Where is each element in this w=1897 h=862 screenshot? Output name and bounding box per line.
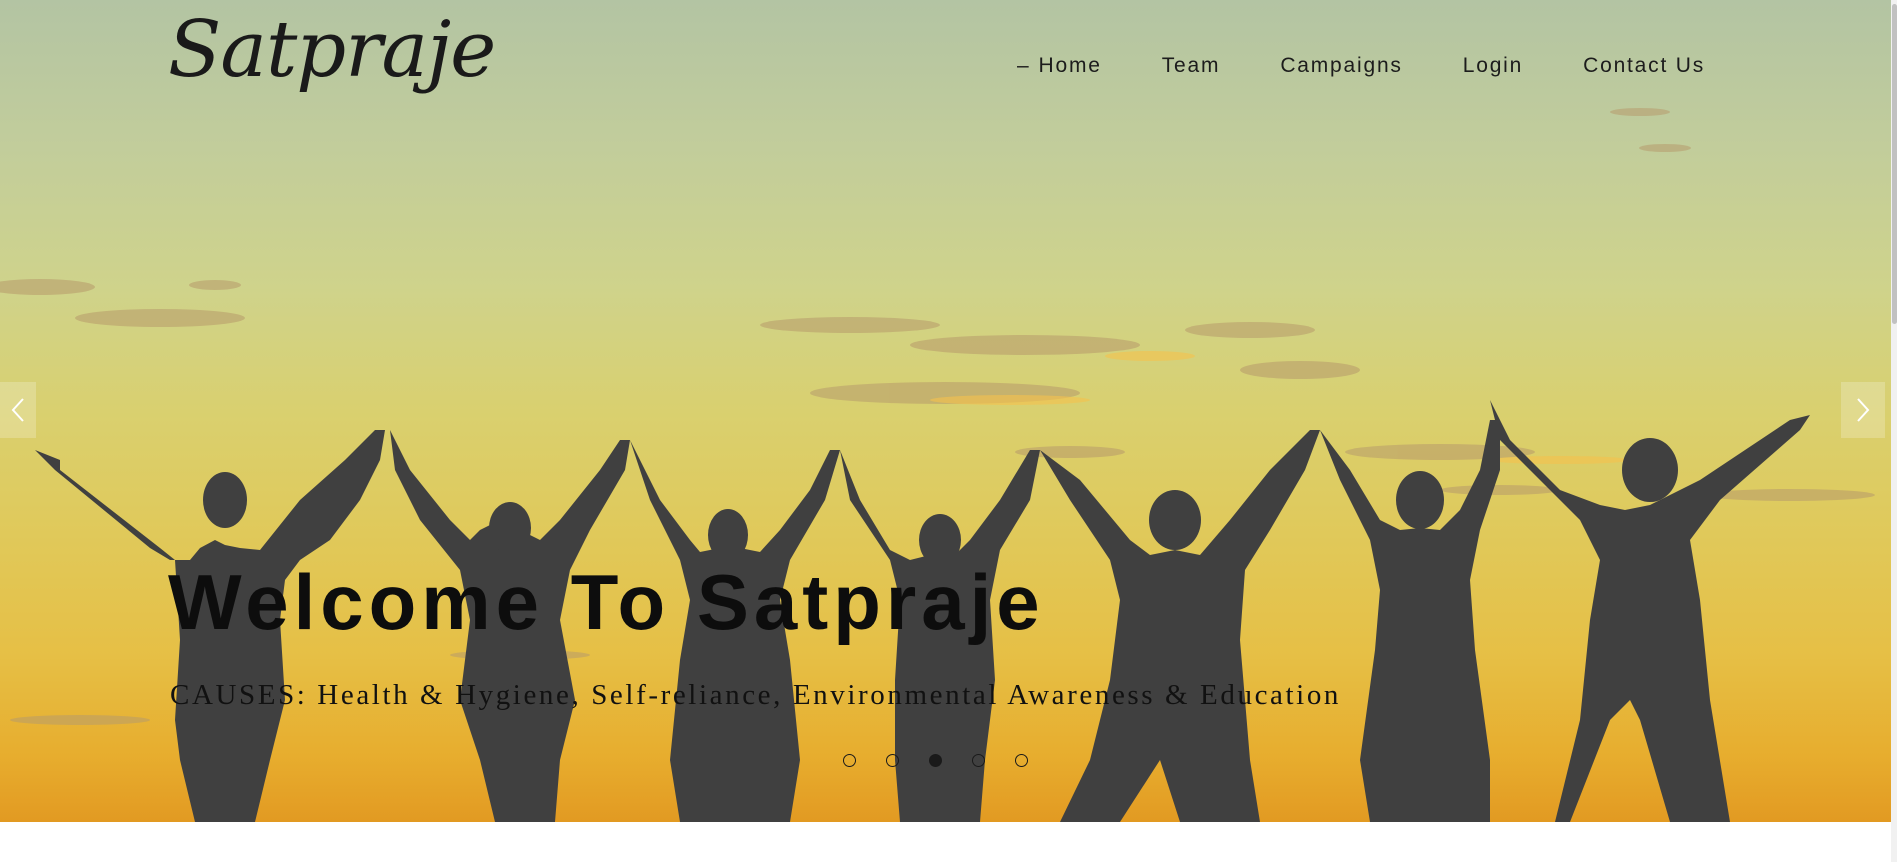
site-logo[interactable]: Satpraje: [168, 0, 496, 101]
slider-dot-1[interactable]: [843, 754, 856, 767]
scrollbar-thumb[interactable]: [1892, 4, 1897, 324]
slider-prev-button[interactable]: [0, 382, 36, 438]
page-scrollbar[interactable]: [1891, 0, 1897, 862]
slider-dot-3[interactable]: [929, 754, 942, 767]
slider-dot-5[interactable]: [1015, 754, 1028, 767]
chevron-right-icon: [1857, 398, 1870, 422]
main-nav: – Home Team Campaigns Login Contact Us: [957, 52, 1705, 80]
nav-item-team[interactable]: Team: [1162, 52, 1221, 80]
nav-item-contact-us[interactable]: Contact Us: [1583, 52, 1705, 80]
slider-dot-2[interactable]: [886, 754, 899, 767]
nav-item-home[interactable]: – Home: [1017, 52, 1102, 80]
hero-slider: Satpraje – Home Team Campaigns Login Cont…: [0, 0, 1891, 822]
nav-item-campaigns[interactable]: Campaigns: [1280, 52, 1402, 80]
nav-item-login[interactable]: Login: [1463, 52, 1523, 80]
active-nav-marker: –: [1017, 54, 1031, 77]
chevron-left-icon: [11, 398, 24, 422]
nav-item-home-label: Home: [1038, 54, 1102, 77]
slider-dot-4[interactable]: [972, 754, 985, 767]
hero-subheadline: CAUSES: Health & Hygiene, Self-reliance,…: [170, 679, 1342, 711]
page: Satpraje – Home Team Campaigns Login Cont…: [0, 0, 1897, 862]
hero-headline: Welcome To Satpraje: [168, 558, 1045, 646]
slider-pagination: [843, 754, 1058, 767]
slider-next-button[interactable]: [1841, 382, 1885, 438]
